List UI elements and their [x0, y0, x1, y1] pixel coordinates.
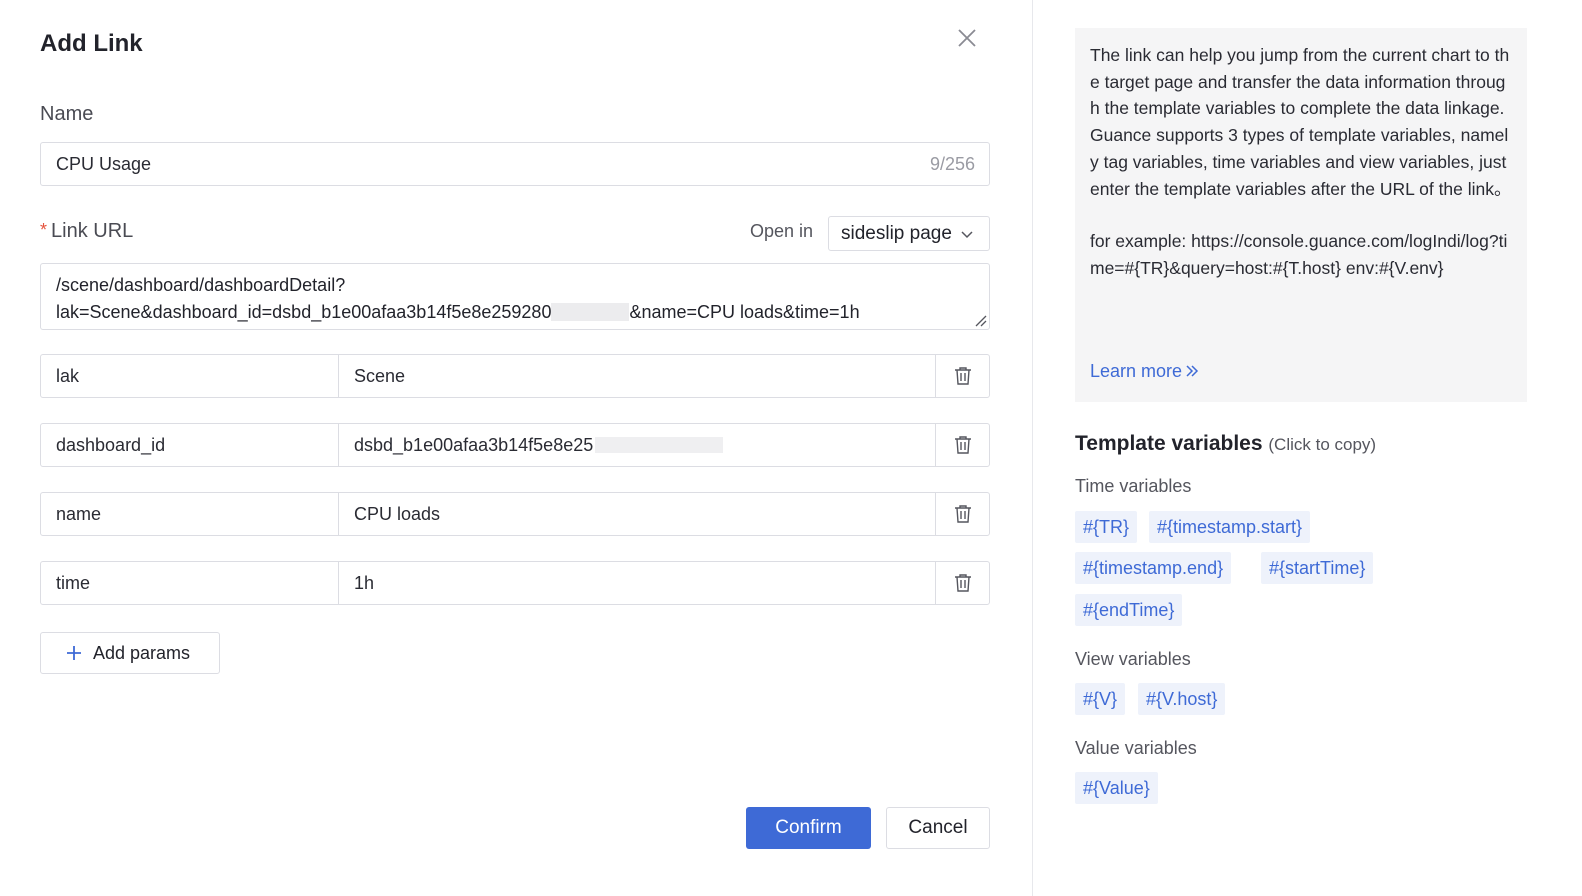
delete-param-button[interactable] [936, 562, 989, 604]
param-key-input[interactable]: dashboard_id [41, 424, 339, 466]
required-mark: * [40, 220, 48, 240]
chevron-down-icon [961, 230, 973, 238]
learn-more-label: Learn more [1090, 361, 1183, 381]
learn-more-link[interactable]: Learn more [1090, 358, 1199, 385]
time-variables-label: Time variables [1075, 476, 1192, 496]
open-in-value: sideslip page [841, 222, 952, 244]
resize-handle-icon[interactable] [973, 313, 987, 327]
help-panel: The link can help you jump from the curr… [1033, 0, 1582, 896]
param-row: time 1h [40, 561, 990, 605]
trash-icon [954, 367, 971, 385]
param-key-input[interactable]: lak [41, 355, 339, 397]
open-in-select[interactable]: sideslip page [828, 216, 990, 251]
param-row: lak Scene [40, 354, 990, 398]
param-key-input[interactable]: name [41, 493, 339, 535]
trash-icon [954, 574, 971, 592]
name-label: Name [40, 103, 94, 125]
dialog-title: Add Link [40, 30, 143, 57]
url-line-2-part-b: &name=CPU loads&time=1h [629, 302, 860, 322]
close-icon[interactable] [954, 25, 980, 51]
add-link-dialog: Add Link Name CPU Usage 9/256 * Link URL … [0, 0, 1032, 896]
template-tag[interactable]: #{startTime} [1261, 552, 1374, 584]
help-description: The link can help you jump from the curr… [1090, 45, 1512, 199]
trash-icon [954, 436, 971, 454]
plus-icon [67, 646, 81, 660]
delete-param-button[interactable] [936, 424, 989, 466]
url-line-2: lak=Scene&dashboard_id=dsbd_b1e00afaa3b1… [56, 299, 974, 326]
link-url-textarea[interactable]: /scene/dashboard/dashboardDetail? lak=Sc… [40, 263, 990, 330]
url-line-1: /scene/dashboard/dashboardDetail? [56, 275, 346, 295]
value-variables-label: Value variables [1075, 738, 1197, 758]
template-tag[interactable]: #{V.host} [1138, 683, 1226, 715]
template-tag[interactable]: #{timestamp.end} [1075, 552, 1232, 584]
open-in-label: Open in [750, 221, 814, 241]
add-params-label: Add params [93, 642, 191, 663]
template-variables-title: Template variables (Click to copy) [1075, 432, 1376, 456]
param-value-input[interactable]: dsbd_b1e00afaa3b14f5e8e25 [339, 424, 936, 466]
param-value-input[interactable]: CPU loads [339, 493, 936, 535]
delete-param-button[interactable] [936, 493, 989, 535]
param-row: name CPU loads [40, 492, 990, 536]
param-key-input[interactable]: time [41, 562, 339, 604]
template-tag[interactable]: #{TR} [1075, 511, 1138, 543]
name-input-value: CPU Usage [56, 153, 152, 174]
link-url-label: * Link URL [40, 220, 133, 243]
help-box: The link can help you jump from the curr… [1075, 28, 1527, 402]
link-url-label-text: Link URL [51, 220, 134, 242]
url-line-2-part-a: lak=Scene&dashboard_id=dsbd_b1e00afaa3b1… [56, 302, 552, 322]
cancel-button[interactable]: Cancel [886, 807, 990, 849]
name-input[interactable]: CPU Usage 9/256 [40, 142, 990, 186]
template-tag[interactable]: #{timestamp.start} [1149, 511, 1311, 543]
redacted-mask [551, 303, 630, 321]
template-tag[interactable]: #{Value} [1075, 772, 1158, 804]
confirm-button[interactable]: Confirm [746, 807, 871, 849]
param-row: dashboard_id dsbd_b1e00afaa3b14f5e8e25 [40, 423, 990, 467]
template-tag[interactable]: #{endTime} [1075, 594, 1183, 626]
param-value-text: dsbd_b1e00afaa3b14f5e8e25 [354, 434, 594, 455]
add-params-button[interactable]: Add params [40, 632, 220, 674]
param-value-input[interactable]: Scene [339, 355, 936, 397]
double-chevron-right-icon [1186, 365, 1199, 377]
template-variables-hint: (Click to copy) [1268, 435, 1377, 454]
help-example: for example: https://console.guance.com/… [1090, 231, 1508, 278]
trash-icon [954, 505, 971, 523]
template-tag[interactable]: #{V} [1075, 683, 1126, 715]
name-char-counter: 9/256 [929, 153, 975, 174]
template-variables-heading: Template variables [1075, 432, 1263, 455]
delete-param-button[interactable] [936, 355, 989, 397]
view-variables-label: View variables [1075, 649, 1191, 669]
param-value-input[interactable]: 1h [339, 562, 936, 604]
redacted-mask [595, 437, 724, 453]
